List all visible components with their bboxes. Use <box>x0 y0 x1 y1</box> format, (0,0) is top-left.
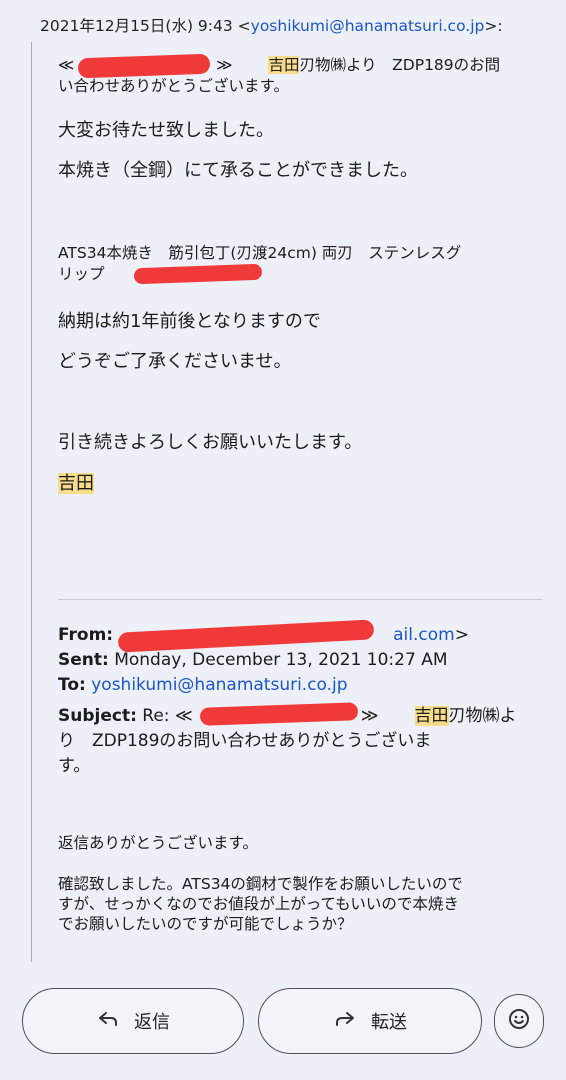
original-body-2-line-2: すが、せっかくなのでお値段が上がってもいいので本焼き <box>58 895 459 913</box>
product-line-2-text: リップ <box>58 265 105 283</box>
reply-button[interactable]: 返信 <box>22 988 244 1054</box>
from-close: > <box>454 625 469 645</box>
from-email-link[interactable]: ail.com <box>393 625 455 645</box>
quoted-paragraph-4: どうぞご了承くださいませ。 <box>58 351 292 372</box>
to-line: To: yoshikumi@hanamatsuri.co.jp <box>58 672 348 698</box>
divider <box>58 599 543 600</box>
to-label: To: <box>58 675 86 695</box>
product-line-2: リップ <box>58 264 105 284</box>
quoted-paragraph-3: 納期は約1年前後となりますので <box>58 311 321 332</box>
header-email-link[interactable]: yoshikumi@hanamatsuri.co.jp <box>251 17 485 35</box>
subject-line-3: す。 <box>58 756 91 776</box>
subject-label: Subject: <box>58 706 137 726</box>
quoted-paragraph-1: 大変お待たせ致しました。 <box>58 120 274 141</box>
header-date: 2021年12月15日(水) 9:43 < <box>40 17 251 35</box>
to-email-link[interactable]: yoshikumi@hanamatsuri.co.jp <box>91 675 347 695</box>
quote-header: 2021年12月15日(水) 9:43 <yoshikumi@hanamatsu… <box>40 14 503 36</box>
smiley-icon <box>507 1007 531 1035</box>
subject-prefix: Re: ≪ <box>142 706 193 726</box>
subject-rest: 刃物㈱よ <box>448 706 517 726</box>
forward-button[interactable]: 転送 <box>258 988 482 1054</box>
signature: 吉田 <box>58 472 94 496</box>
greeting-text: 刃物㈱より ZDP189のお問 <box>299 56 501 74</box>
from-label: From: <box>58 625 114 645</box>
sent-line: Sent: Monday, December 13, 2021 10:27 AM <box>58 647 448 673</box>
subject-shop-highlight: 吉田 <box>414 706 449 726</box>
bracket-open: ≪ <box>58 56 75 74</box>
product-line-1: ATS34本焼き 筋引包丁(刃渡24cm) 両刃 ステンレスグ <box>58 244 462 262</box>
original-body-2-line-3: でお願いしたいのですが可能でしょうか？ <box>58 915 353 933</box>
reply-icon <box>96 1006 120 1036</box>
quoted-paragraph-5: 引き続きよろしくお願いいたします。 <box>58 432 363 453</box>
quote-bar <box>31 42 32 962</box>
greeting-line-2: い合わせありがとうございます。 <box>58 77 289 95</box>
subject-close: ≫ <box>360 706 379 726</box>
original-body-2-line-1: 確認致しました。ATS34の鋼材で製作をお願いしたいので <box>58 875 463 893</box>
forward-icon <box>333 1006 357 1036</box>
emoji-reaction-button[interactable] <box>494 994 544 1048</box>
quoted-paragraph-2: 本焼き（全鋼）にて承ることができました。 <box>58 160 418 181</box>
sent-value: Monday, December 13, 2021 10:27 AM <box>114 650 448 670</box>
shop-name-highlight: 吉田 <box>268 56 300 74</box>
bracket-close: ≫ <box>216 56 233 74</box>
reply-label: 返信 <box>134 1012 170 1033</box>
subject-line-2: り ZDP189のお問い合わせありがとうございま <box>58 731 432 751</box>
forward-label: 転送 <box>371 1012 407 1033</box>
signature-highlight: 吉田 <box>58 473 94 494</box>
original-body-1: 返信ありがとうございます。 <box>58 834 258 852</box>
redaction-mark <box>133 263 263 285</box>
header-suffix: >: <box>484 17 503 35</box>
sent-label: Sent: <box>58 650 109 670</box>
